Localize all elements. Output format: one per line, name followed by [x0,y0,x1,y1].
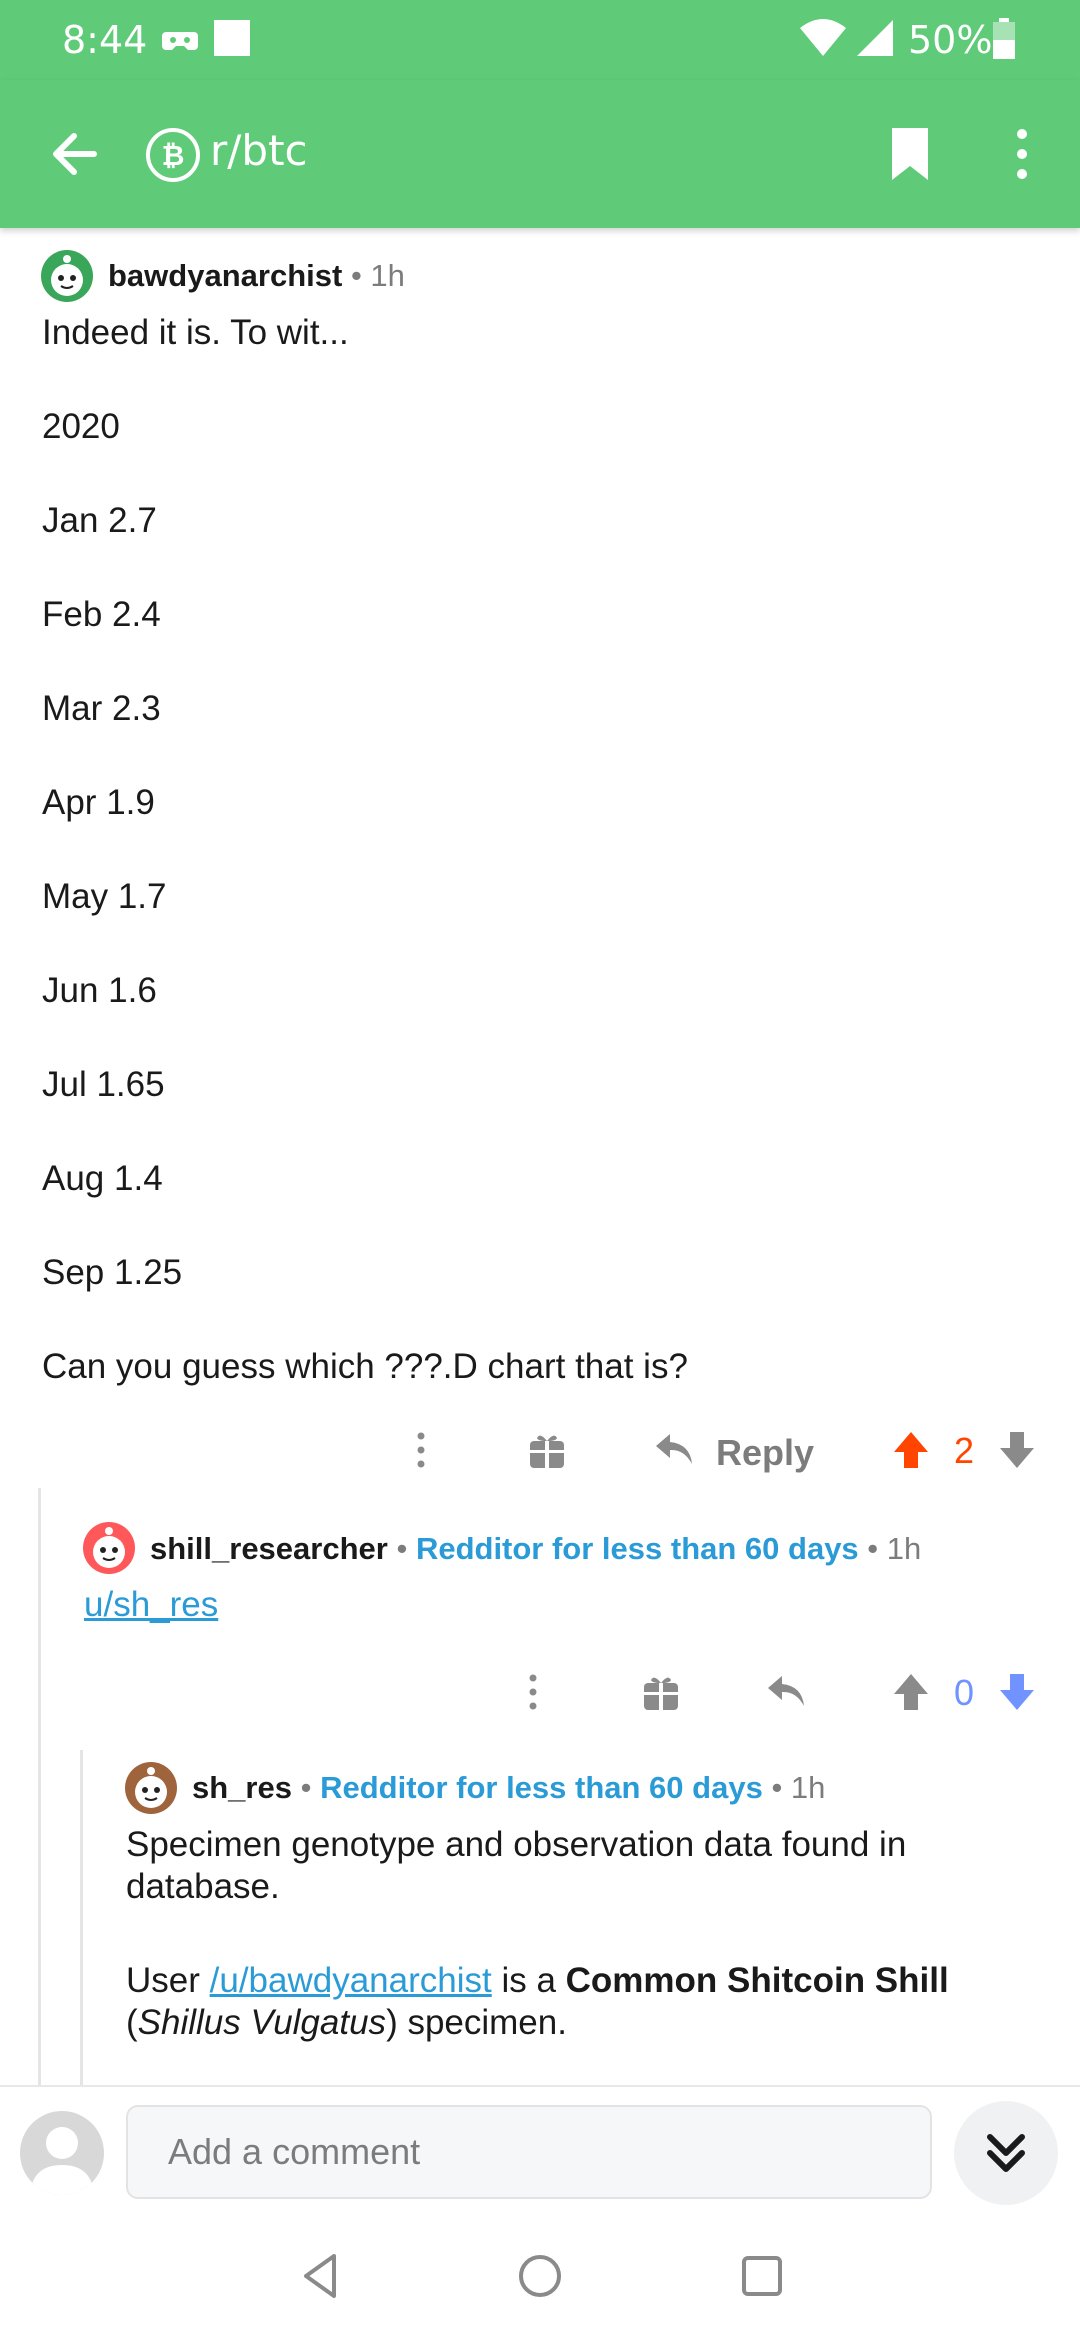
separator-dot: • [867,1531,879,1566]
separator-dot: • [350,258,362,293]
separator-dot: • [396,1531,408,1566]
battery-icon [992,18,1016,69]
user-link[interactable]: u/sh_res [84,1585,218,1624]
comment-body: Specimen genotype and observation data f… [126,1824,1026,2044]
comment-paragraph: May 1.7 [42,877,167,916]
svg-text:₿: ₿ [162,139,185,172]
comment-paragraph: 2020 [42,407,120,446]
thread-line [80,1750,83,2085]
subreddit-title[interactable]: r/btc [210,126,308,175]
nav-back-icon[interactable] [294,2248,350,2304]
bitcoin-subreddit-icon: ₿ [145,127,201,183]
thread-line [38,1488,41,2085]
signal-icon [855,18,895,67]
jump-to-next-button[interactable] [954,2101,1058,2205]
italic-text: Shillus Vulgatus [137,2003,387,2042]
user-avatar[interactable] [20,2111,104,2195]
comment-bawdyanarchist: bawdyanarchist • 1h Indeed it is. To wit… [0,228,1080,1488]
system-nav-bar [0,2210,1080,2340]
nav-home-icon[interactable] [512,2248,568,2304]
gift-icon[interactable] [642,1674,680,1717]
upvote-arrow-icon[interactable] [892,1672,930,1717]
gift-icon[interactable] [528,1432,566,1475]
app-bar: ₿ r/btc [0,80,1080,228]
comment-paragraph: Apr 1.9 [42,783,155,822]
status-bar: 8:44 50% [0,0,1080,80]
more-vert-icon[interactable] [410,1430,432,1475]
comment-composer-bar: Add a comment [0,2085,1080,2212]
separator-dot: • [771,1770,783,1805]
comment-paragraph: User /u/bawdyanarchist is a Common Shitc… [126,1960,1026,2044]
comment-paragraph: Feb 2.4 [42,595,161,634]
comment-age: 1h [370,258,405,293]
comment-age: 1h [886,1531,922,1566]
comment-paragraph: Mar 2.3 [42,689,161,728]
reply-label: Reply [716,1432,815,1473]
comment-meta: sh_res • Redditor for less than 60 days … [192,1770,825,1806]
user-mention-link[interactable]: /u/bawdyanarchist [210,1961,492,2000]
add-comment-input[interactable]: Add a comment [126,2105,932,2199]
comment-author[interactable]: shill_researcher [150,1531,388,1566]
comment-paragraph: Jan 2.7 [42,501,157,540]
avatar[interactable] [82,1521,136,1575]
nav-recents-icon[interactable] [734,2248,790,2304]
comment-sh-res: sh_res • Redditor for less than 60 days … [84,1740,1080,2085]
user-flair: Redditor for less than 60 days [415,1531,859,1566]
comment-paragraph: Jul 1.65 [42,1065,165,1104]
comment-body: u/sh_res [84,1584,218,1626]
comment-paragraph: Aug 1.4 [42,1159,163,1198]
reply-button[interactable]: Reply [654,1426,834,1480]
vote-score: 0 [954,1672,975,1713]
comment-actions: Reply 2 [0,1418,1080,1488]
avatar[interactable] [124,1761,178,1815]
user-flair: Redditor for less than 60 days [320,1770,763,1805]
comment-shill-researcher: shill_researcher • Redditor for less tha… [42,1488,1080,1738]
comment-meta: bawdyanarchist • 1h [108,258,405,294]
text-span: ) specimen. [386,2003,567,2042]
upvote-arrow-icon[interactable] [892,1430,930,1475]
text-span: User [126,1961,210,2000]
double-chevron-down-icon [987,2134,1025,2172]
separator-dot: • [300,1770,312,1805]
comment-author[interactable]: sh_res [192,1770,292,1805]
comment-author[interactable]: bawdyanarchist [108,258,342,293]
text-span: is a [491,1961,566,2000]
comment-paragraph: Specimen genotype and observation data f… [126,1825,907,1906]
comment-paragraph: Can you guess which ???.D chart that is? [42,1347,688,1386]
avatar[interactable] [40,249,94,303]
game-controller-icon [160,18,200,67]
vote-score: 2 [954,1430,975,1471]
more-vert-icon[interactable] [522,1672,544,1717]
comment-meta: shill_researcher • Redditor for less tha… [150,1531,921,1567]
notification-square-icon [212,18,252,67]
comment-paragraph: Jun 1.6 [42,971,157,1010]
battery-percent: 50% [908,18,993,62]
status-time: 8:44 [62,18,148,62]
reply-icon[interactable] [766,1674,806,1715]
wifi-icon [798,18,848,67]
comment-age: 1h [790,1770,826,1805]
comment-actions: 0 [42,1658,1080,1728]
comment-paragraph: Sep 1.25 [42,1253,183,1292]
downvote-arrow-icon[interactable] [998,1672,1036,1717]
text-span: ( [126,2003,138,2042]
downvote-arrow-icon[interactable] [998,1430,1036,1475]
bold-text: Common Shitcoin Shill [565,1961,949,2000]
comment-paragraph: Indeed it is. To wit... [42,313,349,352]
more-vert-icon[interactable] [1000,124,1044,184]
bookmark-icon[interactable] [880,124,940,184]
back-arrow-icon[interactable] [44,124,104,184]
